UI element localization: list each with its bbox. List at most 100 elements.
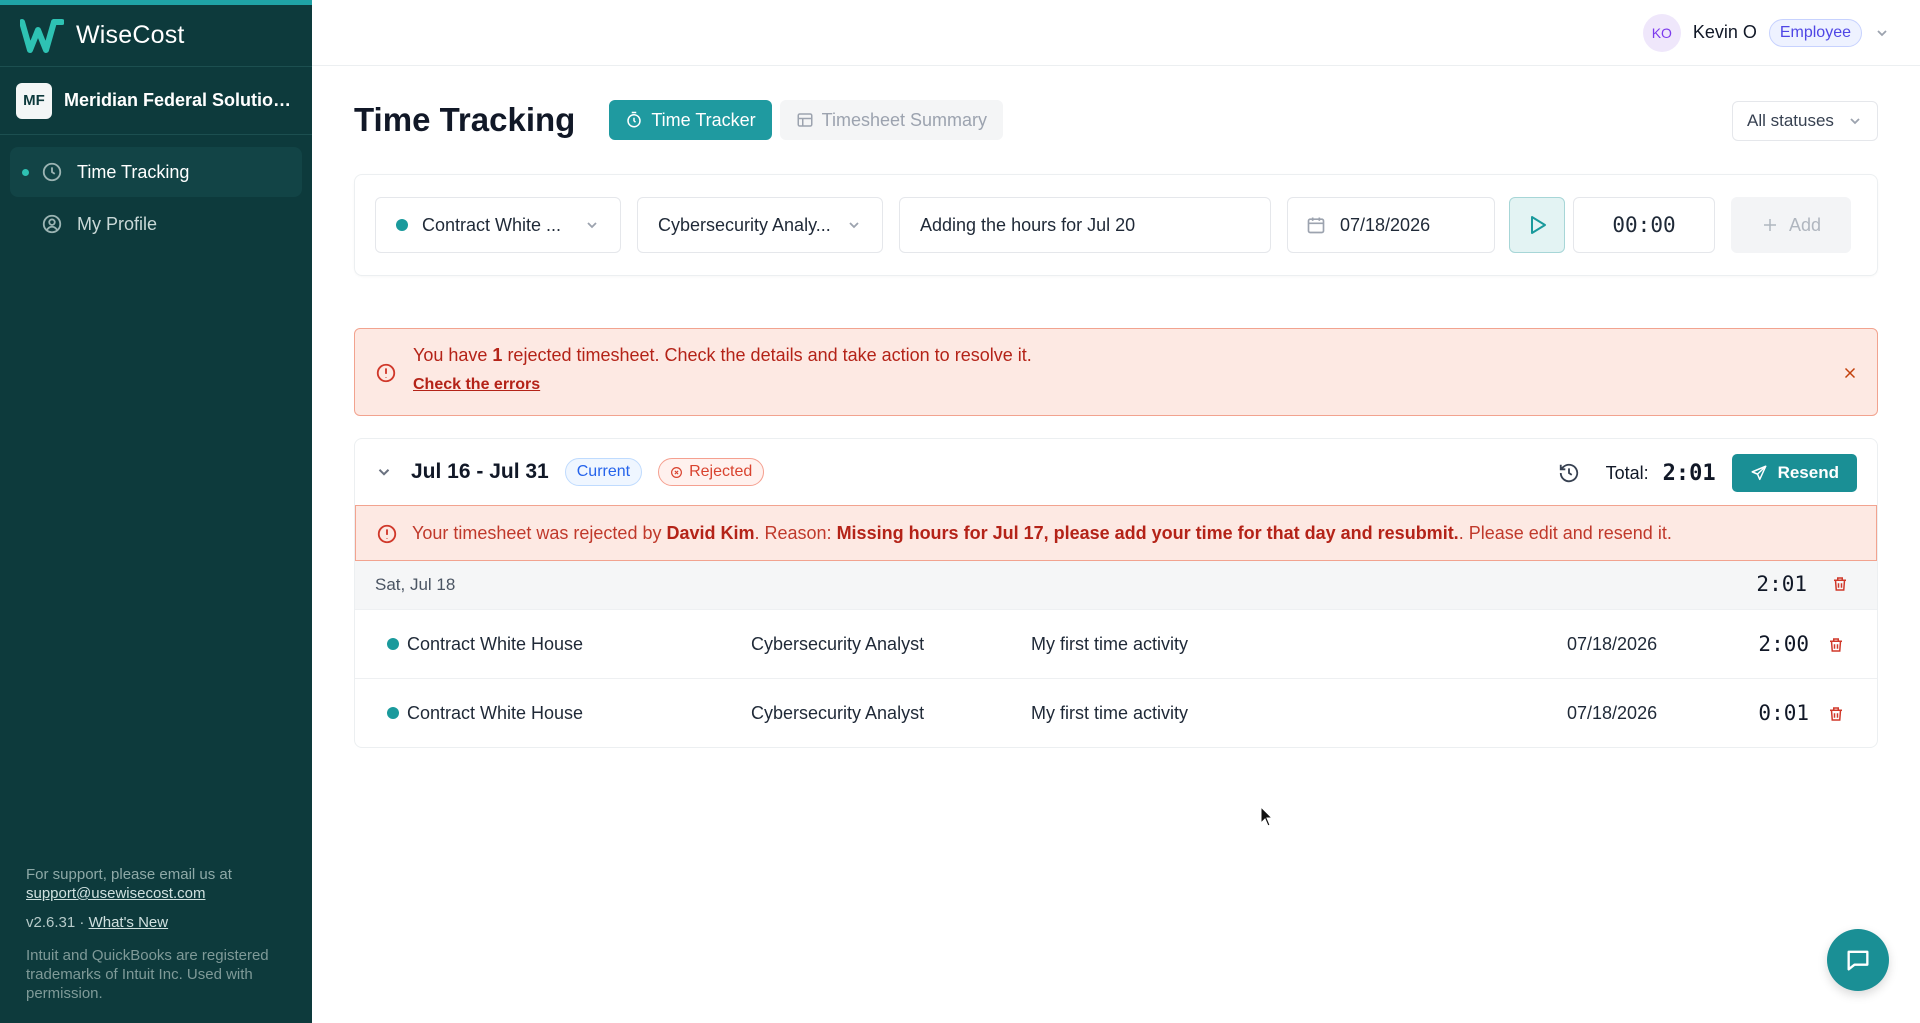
alert-circle-icon: [376, 363, 396, 383]
total-label: Total:: [1605, 462, 1649, 483]
reviewer-name: David Kim: [666, 522, 755, 543]
trash-icon[interactable]: [1827, 704, 1845, 724]
title-row: Time Tracking Time Tracker Timesheet Sum…: [354, 66, 1878, 174]
status-badge: Rejected: [658, 458, 765, 486]
chevron-down-icon[interactable]: [1874, 25, 1890, 41]
play-icon: [1531, 216, 1546, 234]
chevron-down-icon: [1850, 118, 1860, 125]
top-header: KO Kevin O Employee: [312, 0, 1920, 66]
tab-timesheet-summary[interactable]: Timesheet Summary: [779, 100, 1004, 140]
add-label: Add: [1788, 214, 1822, 235]
chevron-down-icon: [849, 222, 859, 229]
close-icon[interactable]: [1841, 364, 1859, 382]
legal-text: Intuit and QuickBooks are registered tra…: [26, 947, 269, 1002]
timer-input[interactable]: 00:00: [1573, 197, 1715, 253]
main-content: Time Tracking Time Tracker Timesheet Sum…: [354, 66, 1878, 748]
user-name[interactable]: Kevin O: [1693, 22, 1757, 43]
sidebar-footer: For support, please email us at support@…: [26, 865, 288, 1003]
version-row: v2.6.31 · What's New: [26, 914, 169, 931]
chevron-down-icon[interactable]: [375, 463, 393, 481]
table-row[interactable]: Contract White House Cybersecurity Analy…: [355, 609, 1877, 678]
period-label: Jul 16 - Jul 31: [411, 460, 549, 483]
support-text: For support, please email us at: [26, 866, 232, 883]
role-badge: Employee: [1768, 18, 1862, 47]
day-label: Sat, Jul 18: [375, 575, 456, 594]
add-entry-button[interactable]: Add: [1731, 197, 1851, 253]
sidebar-item-label: Time Tracking: [77, 161, 190, 182]
entry-duration: 2:00: [1758, 632, 1809, 656]
tab-label: Time Tracker: [651, 109, 756, 130]
entry-duration: 0:01: [1758, 701, 1809, 725]
avatar[interactable]: KO: [1642, 13, 1681, 52]
tab-time-tracker[interactable]: Time Tracker: [609, 100, 772, 140]
date-picker[interactable]: 07/18/2026: [1287, 197, 1495, 253]
sidebar: WiseCost MF Meridian Federal Solutions..…: [0, 0, 312, 1023]
org-switcher[interactable]: MF Meridian Federal Solutions...: [0, 67, 312, 135]
project-select[interactable]: Contract White ...: [375, 197, 621, 253]
day-total: 2:01: [1756, 572, 1807, 596]
resend-button[interactable]: Resend: [1731, 454, 1857, 492]
check-errors-link[interactable]: Check the errors: [413, 376, 540, 394]
entry-project: Contract White House: [387, 634, 583, 655]
sidebar-item-time-tracking[interactable]: Time Tracking: [10, 147, 302, 197]
entry-project: Contract White House: [387, 703, 583, 724]
rejection-reason-bar: Your timesheet was rejected by David Kim…: [355, 505, 1877, 561]
total-value: 2:01: [1662, 460, 1716, 486]
project-color-dot: [387, 707, 399, 719]
alert-message: You have 1 rejected timesheet. Check the…: [413, 345, 1032, 365]
project-value: Contract White ...: [422, 214, 562, 235]
sidebar-item-my-profile[interactable]: My Profile: [10, 199, 302, 249]
entry-date: 07/18/2026: [1567, 633, 1658, 654]
table-row[interactable]: Contract White House Cybersecurity Analy…: [355, 678, 1877, 747]
entry-role: Cybersecurity Analyst: [751, 633, 925, 654]
org-avatar: MF: [16, 82, 52, 119]
support-email-link[interactable]: support@usewisecost.com: [26, 885, 205, 902]
whats-new-link[interactable]: What's New: [89, 914, 169, 931]
mouse-cursor-icon: [1260, 806, 1274, 827]
user-circle-icon: [42, 214, 62, 234]
clock-icon: [42, 162, 62, 182]
project-color-dot: [387, 638, 399, 650]
brand[interactable]: WiseCost: [0, 5, 312, 67]
rejection-message: Your timesheet was rejected by David Kim…: [412, 522, 1672, 543]
description-input[interactable]: Adding the hours for Jul 20: [899, 197, 1271, 253]
start-timer-button[interactable]: [1509, 197, 1565, 253]
sidebar-item-label: My Profile: [77, 213, 158, 234]
timesheet-header[interactable]: Jul 16 - Jul 31 Current Rejected Total: …: [355, 439, 1877, 505]
wisecost-logo-icon: [20, 18, 64, 53]
time-entry-form: Contract White ... Cybersecurity Analy..…: [354, 174, 1878, 276]
tab-label: Timesheet Summary: [821, 109, 988, 130]
status-filter-select[interactable]: All statuses: [1732, 101, 1878, 141]
date-value: 07/18/2026: [1340, 214, 1431, 235]
history-icon[interactable]: [1558, 462, 1580, 484]
entry-description: My first time activity: [1031, 633, 1189, 654]
rejection-reason: Missing hours for Jul 17, please add you…: [836, 522, 1459, 543]
calendar-icon: [1307, 217, 1325, 234]
day-group-header: Sat, Jul 18 2:01: [355, 561, 1877, 609]
active-indicator: [22, 168, 29, 176]
trash-icon[interactable]: [1827, 635, 1845, 655]
org-name: Meridian Federal Solutions...: [64, 90, 296, 110]
page-title: Time Tracking: [354, 101, 576, 138]
role-select[interactable]: Cybersecurity Analy...: [637, 197, 883, 253]
brand-name: WiseCost: [76, 21, 185, 49]
chevron-down-icon: [587, 222, 597, 229]
timesheet-card: Jul 16 - Jul 31 Current Rejected Total: …: [354, 438, 1878, 748]
current-badge: Current: [564, 458, 643, 486]
entry-date: 07/18/2026: [1567, 702, 1658, 723]
project-color-dot: [396, 219, 408, 231]
stopwatch-icon: [627, 111, 642, 128]
x-circle-icon: [671, 466, 683, 478]
entry-description: My first time activity: [1031, 702, 1189, 723]
entry-role: Cybersecurity Analyst: [751, 702, 925, 723]
send-icon: [1751, 465, 1767, 481]
status-filter-value: All statuses: [1747, 111, 1834, 130]
rejected-count: 1: [492, 345, 503, 365]
alert-circle-icon: [377, 524, 397, 544]
role-value: Cybersecurity Analy...: [658, 214, 831, 235]
sidebar-nav: Time Tracking My Profile: [0, 135, 312, 263]
version-label: v2.6.31: [26, 914, 76, 931]
trash-icon[interactable]: [1831, 574, 1849, 594]
chat-button[interactable]: [1827, 929, 1889, 991]
timesheet-actions: Total: 2:01 Resend: [1558, 454, 1857, 492]
